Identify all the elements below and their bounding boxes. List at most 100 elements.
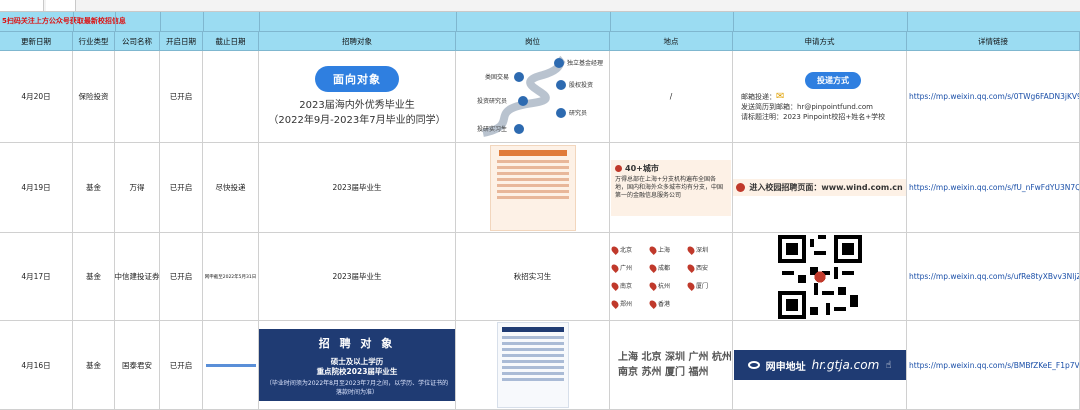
cell-position[interactable]: 秋招实习生 bbox=[456, 233, 610, 320]
deadline-bar bbox=[205, 363, 256, 367]
city-pin: 深圳 bbox=[686, 244, 726, 255]
city-pin: 杭州 bbox=[648, 280, 688, 291]
cell-company[interactable]: 中信建投证券 bbox=[115, 233, 160, 320]
cell-apply[interactable]: 投递方式 邮箱投递：✉ 发送简历到邮箱：hr@pinpointfund.com … bbox=[733, 51, 907, 142]
header-location[interactable]: 地点 bbox=[610, 32, 733, 51]
cell-position[interactable]: 独立基金经理 类固交易 股权投资 投资研究员 研究员 投研实习生 bbox=[456, 51, 610, 142]
cell-deadline[interactable] bbox=[203, 321, 259, 409]
city-pin: 郑州 bbox=[610, 298, 650, 309]
location-pin-icon bbox=[615, 164, 622, 172]
role-label: 类固交易 bbox=[485, 73, 509, 81]
location-title: 40+城市 bbox=[625, 163, 659, 173]
cell-open[interactable]: 已开启 bbox=[160, 143, 203, 232]
cell-open[interactable]: 已开启 bbox=[160, 51, 203, 142]
cities-line2: 南京 苏州 厦门 福州 bbox=[618, 367, 709, 378]
cell-target[interactable]: 面向对象 2023届海内外优秀毕业生 （2022年9月-2023年7月毕业的同学… bbox=[259, 51, 456, 142]
cell-target[interactable]: 2023届毕业生 bbox=[259, 233, 456, 320]
header-company[interactable]: 公司名称 bbox=[115, 32, 160, 51]
cell-industry[interactable]: 基金 bbox=[73, 233, 115, 320]
follow-note: 5扫码关注上方公众号获取最新校招信息 bbox=[2, 17, 126, 25]
cell-deadline[interactable] bbox=[203, 51, 259, 142]
cell-position[interactable] bbox=[456, 321, 610, 409]
header-row: 更新日期 行业类型 公司名称 开启日期 截止日期 招聘对象 岗位 地点 申请方式… bbox=[0, 32, 1080, 51]
role-label: 股权投资 bbox=[569, 81, 593, 89]
cell-date[interactable]: 4月20日 bbox=[0, 51, 73, 142]
banner-title: 招 聘 对 象 bbox=[318, 337, 396, 350]
banner-line2: 重点院校2023届毕业生 bbox=[316, 367, 398, 376]
city-pin: 广州 bbox=[610, 262, 650, 273]
formula-input[interactable] bbox=[46, 0, 76, 11]
header-deadline[interactable]: 截止日期 bbox=[203, 32, 259, 51]
header-apply[interactable]: 申请方式 bbox=[733, 32, 907, 51]
banner-line1: 硕士及以上学历 bbox=[330, 357, 384, 366]
table-row: 4月19日 基金 万得 已开启 尽快投递 2023届毕业生 40+城市 万得总部… bbox=[0, 143, 1080, 233]
apply-text: 进入校园招聘页面：www.wind.com.cn bbox=[749, 183, 903, 192]
table-row: 4月20日 保险投资 已开启 面向对象 2023届海内外优秀毕业生 （2022年… bbox=[0, 51, 1080, 143]
apply-url: hr.gtja.com bbox=[811, 358, 880, 372]
cell-open[interactable]: 已开启 bbox=[160, 233, 203, 320]
cell-date[interactable]: 4月19日 bbox=[0, 143, 73, 232]
banner-note: （毕业时间须为2022年8月至2023年7月之间，以学历、学位证书的落款时间为准… bbox=[265, 380, 449, 396]
cell-location[interactable]: / bbox=[610, 51, 733, 142]
cell-company[interactable]: 国泰君安 bbox=[115, 321, 160, 409]
cell-link[interactable]: https://mp.weixin.qq.com/s/fU_nFwFdYU3N7… bbox=[907, 143, 1080, 232]
role-label: 投资研究员 bbox=[477, 97, 507, 105]
cell-location[interactable]: 上海 北京 深圳 广州 杭州 南京 苏州 厦门 福州 bbox=[610, 321, 733, 409]
cell-industry[interactable]: 保险投资 bbox=[73, 51, 115, 142]
eye-icon bbox=[747, 361, 760, 369]
cell-link[interactable]: https://mp.weixin.qq.com/s/0TWg6FADN3jKV… bbox=[907, 51, 1080, 142]
wind-logo-icon bbox=[736, 183, 746, 192]
qr-code-image bbox=[777, 234, 862, 319]
cell-industry[interactable]: 基金 bbox=[73, 143, 115, 232]
city-pin: 西安 bbox=[686, 262, 726, 273]
cities-line1: 上海 北京 深圳 广州 杭州 bbox=[618, 352, 732, 363]
cell-industry[interactable]: 基金 bbox=[73, 321, 115, 409]
role-label: 研究员 bbox=[569, 109, 587, 117]
cell-location[interactable]: 40+城市 万得总部在上海+分支机构遍布全国各地，国内和海外众多城市均有分支，中… bbox=[610, 143, 733, 232]
cell-open[interactable]: 已开启 bbox=[160, 321, 203, 409]
header-industry[interactable]: 行业类型 bbox=[73, 32, 115, 51]
name-box[interactable] bbox=[0, 0, 44, 11]
pointer-icon: ☝ bbox=[885, 359, 892, 371]
header-detail[interactable]: 详情链接 bbox=[907, 32, 1080, 51]
cell-deadline[interactable]: 网申截至2022年5月31日 bbox=[203, 233, 259, 320]
header-update[interactable]: 更新日期 bbox=[0, 32, 73, 51]
cell-apply[interactable]: 进入校园招聘页面：www.wind.com.cn bbox=[733, 143, 907, 232]
cell-link[interactable]: https://mp.weixin.qq.com/s/BMBfZKeE_F1p7… bbox=[907, 321, 1080, 409]
apply-line2: 请标题注明：2023 Pinpoint校招+姓名+学校 bbox=[741, 112, 886, 121]
cell-apply[interactable] bbox=[733, 233, 907, 320]
cell-company[interactable] bbox=[115, 51, 160, 142]
header-position[interactable]: 岗位 bbox=[456, 32, 610, 51]
cell-date[interactable]: 4月17日 bbox=[0, 233, 73, 320]
city-pin: 上海 bbox=[648, 244, 688, 255]
table-row: 4月17日 基金 中信建投证券 已开启 网申截至2022年5月31日 2023届… bbox=[0, 233, 1080, 321]
apply-banner: 网申地址 hr.gtja.com ☝ bbox=[733, 350, 906, 380]
cell-date[interactable]: 4月16日 bbox=[0, 321, 73, 409]
header-target[interactable]: 招聘对象 bbox=[259, 32, 456, 51]
envelope-icon: ✉ bbox=[776, 90, 785, 102]
city-pin: 香港 bbox=[648, 298, 688, 309]
formula-bar bbox=[0, 0, 1080, 12]
role-label: 投研实习生 bbox=[477, 125, 507, 133]
city-pin: 成都 bbox=[648, 262, 688, 273]
table-row: 4月16日 基金 国泰君安 已开启 招 聘 对 象 硕士及以上学历 重点院校20… bbox=[0, 321, 1080, 410]
city-pin: 南京 bbox=[610, 280, 650, 291]
position-poster-image bbox=[489, 144, 576, 231]
target-banner: 招 聘 对 象 硕士及以上学历 重点院校2023届毕业生 （毕业时间须为2022… bbox=[259, 329, 455, 401]
apply-pill: 投递方式 bbox=[805, 71, 861, 89]
cell-apply[interactable]: 网申地址 hr.gtja.com ☝ bbox=[733, 321, 907, 409]
location-desc: 万得总部在上海+分支机构遍布全国各地，国内和海外众多城市均有分支，中国第一的金融… bbox=[615, 175, 724, 199]
career-path-image: 独立基金经理 类固交易 股权投资 投资研究员 研究员 投研实习生 bbox=[477, 55, 603, 137]
cell-position[interactable] bbox=[456, 143, 610, 232]
target-line1: 2023届海内外优秀毕业生 bbox=[299, 99, 415, 111]
cell-company[interactable]: 万得 bbox=[115, 143, 160, 232]
header-open[interactable]: 开启日期 bbox=[160, 32, 203, 51]
cell-link[interactable]: https://mp.weixin.qq.com/s/ufRe8tyXBvv3N… bbox=[907, 233, 1080, 320]
cell-deadline[interactable]: 尽快投递 bbox=[203, 143, 259, 232]
role-label: 独立基金经理 bbox=[567, 59, 603, 67]
note-row: 5扫码关注上方公众号获取最新校招信息 bbox=[0, 12, 1080, 32]
cell-location[interactable]: 北京 上海 深圳 广州 成都 西安 南京 杭州 厦门 郑州 香港 bbox=[610, 233, 733, 320]
cell-target[interactable]: 2023届毕业生 bbox=[259, 143, 456, 232]
cell-target[interactable]: 招 聘 对 象 硕士及以上学历 重点院校2023届毕业生 （毕业时间须为2022… bbox=[259, 321, 456, 409]
position-doc-image bbox=[496, 322, 569, 408]
